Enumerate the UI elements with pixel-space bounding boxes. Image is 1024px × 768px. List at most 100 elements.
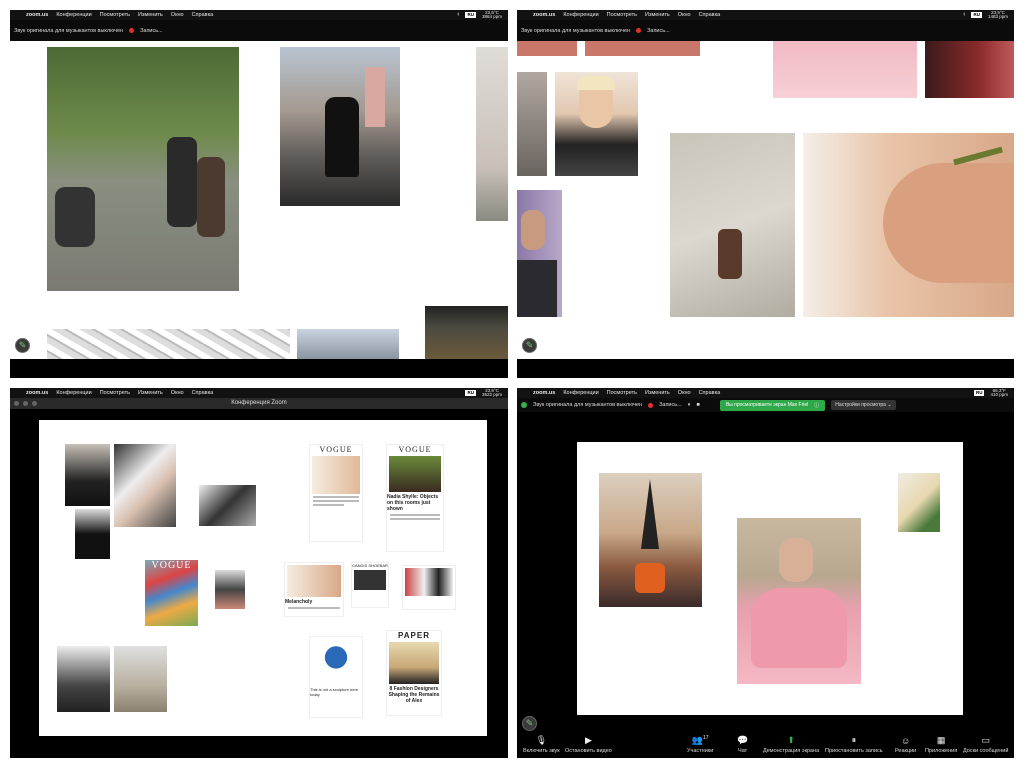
- pause-record-label: Приостановить запись: [825, 748, 883, 754]
- unmute-button[interactable]: 🎙 Включить звук: [523, 735, 560, 754]
- participants-button[interactable]: 👥17 Участники: [687, 735, 713, 754]
- photo-beach-group: [114, 646, 167, 712]
- menu-conferences[interactable]: Конференции: [563, 12, 598, 18]
- recording-label[interactable]: Запись...: [647, 28, 670, 34]
- whiteboard-button[interactable]: ▭ Доски сообщений: [963, 735, 1008, 754]
- menu-help[interactable]: Справка: [699, 390, 721, 396]
- panel-top-left: zoom.us Конференции Посмотреть Изменить …: [10, 10, 508, 378]
- whiteboard-icon: ▭: [981, 735, 990, 745]
- menu-help[interactable]: Справка: [699, 12, 721, 18]
- menu-edit[interactable]: Изменить: [645, 390, 670, 396]
- stop-icon[interactable]: ■: [696, 402, 699, 408]
- share-screen-button[interactable]: ⬆ Демонстрация экрана: [763, 735, 819, 754]
- chat-button[interactable]: 💬 Чат: [737, 735, 748, 754]
- whiteboard-label: Доски сообщений: [963, 748, 1009, 754]
- menu-conferences[interactable]: Конференции: [56, 390, 91, 396]
- menu-edit[interactable]: Изменить: [645, 12, 670, 18]
- paper-logo: PAPER: [398, 631, 430, 640]
- photo-sketches: [47, 329, 290, 359]
- sharing-banner-text: Вы просматриваете экран Max Friel: [725, 402, 809, 408]
- menu-window[interactable]: Окно: [678, 390, 691, 396]
- original-sound-notice: Звук оригинала для музыкантов выключен: [521, 27, 631, 34]
- minimize-window-icon[interactable]: [23, 401, 28, 406]
- photo-black-dress: [65, 444, 110, 506]
- photo-blond-portrait: [555, 72, 638, 176]
- unmute-label: Включить звук: [523, 748, 560, 754]
- annotate-pen-icon[interactable]: ✎: [522, 716, 537, 731]
- zoom-notice-bar: Звук оригинала для музыкантов выключен З…: [10, 20, 508, 41]
- maximize-window-icon[interactable]: [32, 401, 37, 406]
- menu-window[interactable]: Окно: [171, 12, 184, 18]
- menubar-status: ‹ RU 23,5°C 1483 ppm: [963, 10, 1008, 19]
- menu-app-name[interactable]: zoom.us: [533, 12, 555, 18]
- paper-article-title: 8 Fashion Designers Shaping the Remains …: [388, 686, 440, 704]
- keyboard-layout[interactable]: RU: [971, 12, 982, 18]
- stop-video-button[interactable]: ▶ Остановить видео: [565, 735, 612, 754]
- menu-app-name[interactable]: zoom.us: [26, 12, 48, 18]
- video-icon: ▶: [584, 735, 592, 745]
- weather-co2: 3864 ppm: [481, 14, 502, 19]
- annotate-pen-icon[interactable]: ✎: [522, 338, 537, 353]
- original-sound-notice: Звук оригинала для музыкантов выключен: [533, 402, 643, 408]
- photo-street-shoot: [280, 47, 400, 206]
- photo-pink-ruffle: [737, 518, 861, 684]
- menu-view[interactable]: Посмотреть: [100, 12, 130, 18]
- chat-icon: 💬: [737, 735, 749, 745]
- photo-pink-dress: [773, 41, 917, 98]
- reactions-icon: ☺: [901, 736, 911, 746]
- share-screen-label: Демонстрация экрана: [763, 748, 820, 754]
- recording-label[interactable]: Запись...: [659, 402, 682, 408]
- shoebar-article: CANDIS SHOEBAR: [351, 562, 389, 608]
- menu-view[interactable]: Посмотреть: [100, 390, 130, 396]
- recording-label[interactable]: Запись...: [140, 28, 163, 34]
- melancholy-article: Melancholy: [284, 562, 344, 617]
- menu-window[interactable]: Окно: [171, 390, 184, 396]
- pause-record-button[interactable]: ⏸ Приостановить запись: [825, 735, 883, 754]
- reactions-button[interactable]: ☺ Реакции: [895, 736, 916, 754]
- menubar-status: RU 66,3°F 410 ppm: [973, 388, 1008, 397]
- vogue-article-b: VOGUE Nadia Shylle: Objects on this room…: [386, 444, 444, 552]
- menu-edit[interactable]: Изменить: [138, 390, 163, 396]
- vogue-logo: VOGUE: [319, 445, 353, 454]
- menu-window[interactable]: Окно: [678, 12, 691, 18]
- menu-view[interactable]: Посмотреть: [607, 390, 637, 396]
- keyboard-layout[interactable]: RU: [973, 390, 985, 396]
- view-options-label: Настройки просмотра: [835, 402, 886, 408]
- keyboard-layout[interactable]: RU: [465, 12, 476, 18]
- chevron-left-icon[interactable]: ‹: [963, 11, 965, 18]
- menu-edit[interactable]: Изменить: [138, 12, 163, 18]
- reactions-label: Реакции: [895, 748, 917, 754]
- photo-vogue-cover: VOGUE: [145, 560, 198, 626]
- weather-co2: 1483 ppm: [987, 14, 1008, 19]
- menubar-status: ‹ RU 23,5°C 3864 ppm: [457, 10, 502, 19]
- menu-app-name[interactable]: zoom.us: [533, 390, 555, 396]
- annotate-pen-icon[interactable]: ✎: [15, 338, 30, 353]
- pause-icon[interactable]: ⏸: [688, 402, 691, 409]
- banner-info-icon[interactable]: ⓘ: [814, 402, 819, 409]
- photo-bw-vogue: [57, 646, 110, 712]
- photo-park-shoot: [47, 47, 239, 291]
- view-options-button[interactable]: Настройки просмотра ⌄: [831, 400, 896, 410]
- photo-cone-hair: [599, 473, 702, 607]
- keyboard-layout[interactable]: RU: [465, 390, 476, 396]
- menu-conferences[interactable]: Конференции: [56, 12, 91, 18]
- weather-co2: 410 ppm: [990, 392, 1008, 397]
- chevron-down-icon: ⌄: [887, 402, 892, 408]
- editorial-article: [402, 565, 456, 610]
- menu-view[interactable]: Посмотреть: [607, 12, 637, 18]
- photo-mantis-face: [803, 133, 1014, 317]
- panel-top-right: zoom.us Конференции Посмотреть Изменить …: [517, 10, 1014, 378]
- photo-dark-tree: [425, 306, 508, 359]
- menu-conferences[interactable]: Конференции: [563, 390, 598, 396]
- zoom-notice-bar: Звук оригинала для музыкантов выключен З…: [517, 20, 1014, 41]
- apps-button[interactable]: ▦ Приложения: [925, 735, 957, 754]
- macos-menubar: zoom.us Конференции Посмотреть Изменить …: [10, 10, 508, 20]
- menu-app-name[interactable]: zoom.us: [26, 390, 48, 396]
- vogue-article-title: Nadia Shylle: Objects on this rooms just…: [387, 494, 439, 512]
- menu-help[interactable]: Справка: [192, 12, 214, 18]
- close-window-icon[interactable]: [14, 401, 19, 406]
- menu-help[interactable]: Справка: [192, 390, 214, 396]
- photo-purple-portrait: [517, 190, 562, 317]
- chevron-left-icon[interactable]: ‹: [457, 11, 459, 18]
- photo-hand-grapes: [898, 473, 940, 532]
